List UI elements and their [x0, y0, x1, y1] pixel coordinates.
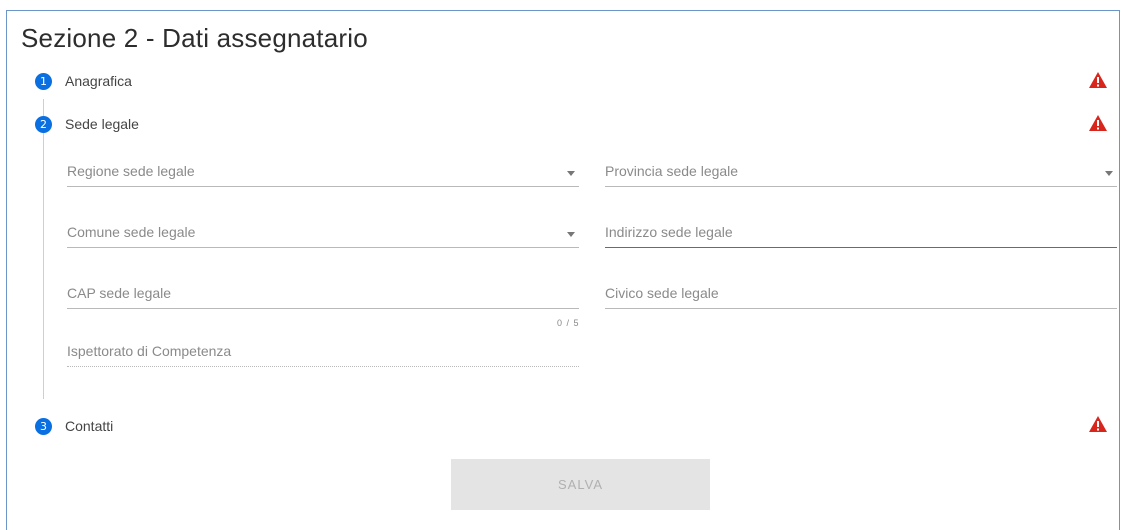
provincia-placeholder: Provincia sede legale: [605, 163, 739, 179]
indirizzo-input[interactable]: Indirizzo sede legale: [605, 222, 1117, 248]
chevron-down-icon: [567, 232, 575, 237]
warning-icon: [1089, 72, 1107, 88]
cap-placeholder: CAP sede legale: [67, 285, 172, 301]
step-number-badge: 2: [35, 115, 52, 133]
warning-icon: [1089, 115, 1107, 131]
section-panel: Sezione 2 - Dati assegnatario 1 Anagrafi…: [6, 10, 1120, 530]
field-underline: [67, 366, 579, 367]
ispettorato-input: Ispettorato di Competenza: [67, 341, 579, 367]
field-underline: [605, 308, 1117, 309]
warning-icon: [1089, 416, 1107, 432]
field-underline: [605, 247, 1117, 248]
comune-select[interactable]: Comune sede legale: [67, 222, 579, 248]
step-number-badge: 3: [35, 417, 52, 435]
civico-placeholder: Civico sede legale: [605, 285, 719, 301]
regione-placeholder: Regione sede legale: [67, 163, 195, 179]
field-underline: [67, 308, 579, 309]
cap-char-counter: 0 / 5: [557, 318, 580, 328]
page-title: Sezione 2 - Dati assegnatario: [21, 23, 368, 53]
ispettorato-placeholder: Ispettorato di Competenza: [67, 343, 232, 359]
field-underline: [605, 186, 1117, 187]
save-button[interactable]: SALVA: [451, 459, 710, 510]
indirizzo-placeholder: Indirizzo sede legale: [605, 224, 733, 240]
cap-input[interactable]: CAP sede legale: [67, 283, 579, 309]
step-anagrafica[interactable]: 1 Anagrafica: [35, 71, 132, 91]
step-label: Sede legale: [65, 116, 139, 132]
step-contatti[interactable]: 3 Contatti: [35, 416, 113, 436]
step-sede-legale[interactable]: 2 Sede legale: [35, 114, 139, 134]
chevron-down-icon: [567, 171, 575, 176]
step-label: Anagrafica: [65, 73, 132, 89]
comune-placeholder: Comune sede legale: [67, 224, 196, 240]
chevron-down-icon: [1105, 171, 1113, 176]
step-number-badge: 1: [35, 72, 52, 90]
civico-input[interactable]: Civico sede legale: [605, 283, 1117, 309]
field-underline: [67, 186, 579, 187]
field-underline: [67, 247, 579, 248]
provincia-select[interactable]: Provincia sede legale: [605, 161, 1117, 187]
stepper-line: [43, 99, 44, 399]
regione-select[interactable]: Regione sede legale: [67, 161, 579, 187]
step-label: Contatti: [65, 418, 114, 434]
